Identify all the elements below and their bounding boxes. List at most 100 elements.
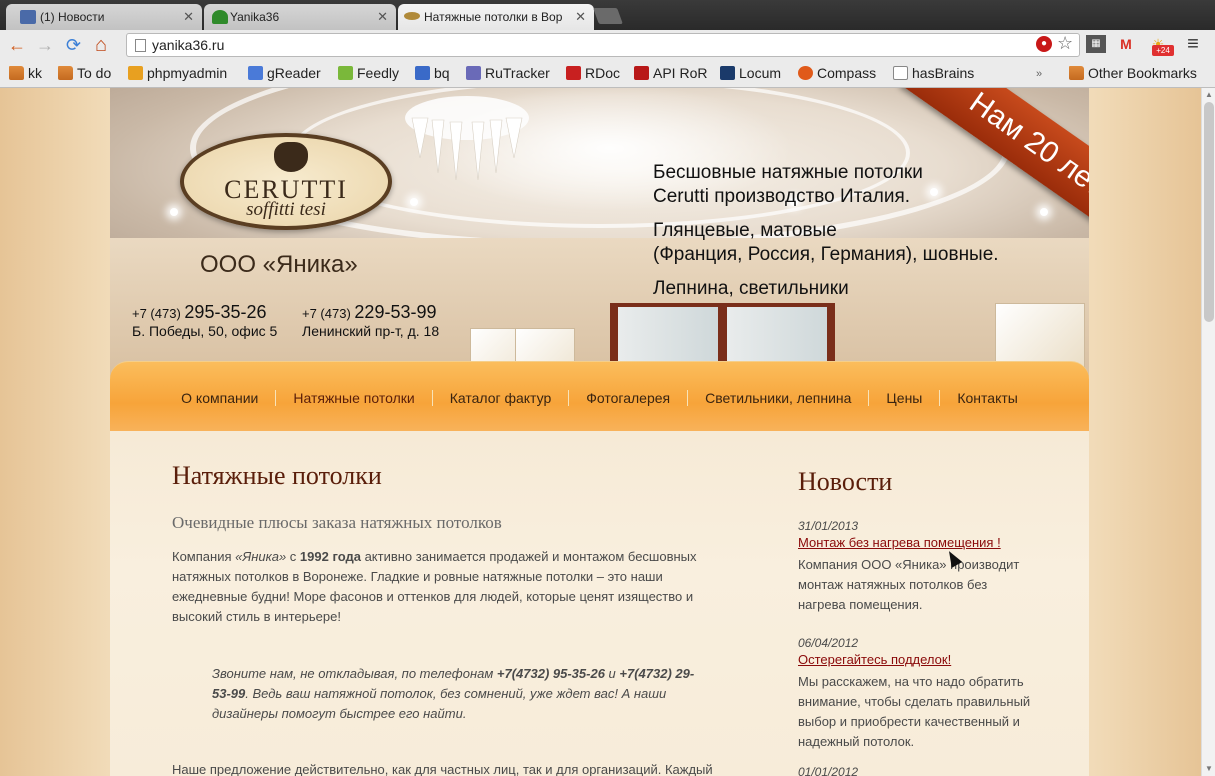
- news-text: Компания ООО «Яника» производит монтаж н…: [798, 557, 1020, 612]
- spotlight: [1040, 208, 1048, 216]
- url-text: yanika36.ru: [152, 37, 225, 53]
- bookmark-label: kk: [28, 65, 42, 81]
- phpmyadmin-icon: [128, 66, 143, 80]
- forward-icon[interactable]: →: [36, 35, 54, 55]
- news-date: 06/04/2012: [798, 636, 859, 650]
- scroll-up-icon[interactable]: ▲: [1205, 90, 1213, 99]
- tagline-line: Глянцевые, матовые: [653, 220, 837, 241]
- scroll-down-icon[interactable]: ▼: [1205, 764, 1213, 773]
- news-date: 01/01/2012: [798, 765, 859, 776]
- tab-yanika36[interactable]: Yanika36 ✕: [204, 4, 396, 30]
- text-run: +7(4732) 95-35-26: [496, 666, 605, 681]
- bookmark-todo[interactable]: To do: [56, 65, 111, 81]
- tab-news[interactable]: (1) Новости ✕: [6, 4, 202, 30]
- bookmark-label: Feedly: [357, 65, 400, 81]
- tab-label: Натяжные потолки в Вор: [424, 10, 563, 24]
- close-icon[interactable]: ✕: [183, 9, 194, 25]
- close-icon[interactable]: ✕: [377, 9, 388, 25]
- bookmark-greader[interactable]: gReader: [246, 65, 321, 81]
- bookmark-rutracker[interactable]: RuTracker: [464, 65, 550, 81]
- page-scrollbar[interactable]: ▲ ▼: [1201, 88, 1215, 776]
- tab-strip: (1) Новости ✕ Yanika36 ✕ Натяжные потолк…: [0, 0, 1215, 30]
- page-viewport: CERUTTI soffitti tesi ООО «Яника» +7 (47…: [0, 88, 1201, 776]
- cerutti-logo[interactable]: CERUTTI soffitti tesi: [180, 133, 392, 230]
- text-run: . Ведь ваш натяжной потолок, без сомнени…: [212, 686, 667, 721]
- bookmark-label: Compass: [817, 65, 877, 81]
- site-header: CERUTTI soffitti tesi ООО «Яника» +7 (47…: [110, 88, 1089, 378]
- scrollbar-thumb[interactable]: [1204, 102, 1214, 322]
- phone-1: +7 (473) 295-35-26: [132, 302, 267, 323]
- adblock-icon[interactable]: ●: [1036, 36, 1052, 52]
- screenshot-extension-icon[interactable]: ▦: [1086, 35, 1106, 53]
- phone-number: 295-35-26: [184, 302, 267, 322]
- crest-icon: [274, 142, 308, 172]
- google-icon: [248, 66, 263, 80]
- nav-item-contacts[interactable]: Контакты: [939, 390, 1034, 406]
- nav-item-ceilings[interactable]: Натяжные потолки: [275, 390, 431, 406]
- lamp-icon: [404, 12, 420, 20]
- bookmark-feedly[interactable]: Feedly: [336, 65, 399, 81]
- bookmark-hasbrains[interactable]: hasBrains: [891, 65, 974, 81]
- offer-paragraph: Наше предложение действительно, как для …: [172, 762, 713, 776]
- call-to-action-quote: Звоните нам, не откладывая, по телефонам…: [212, 664, 712, 724]
- address-bar[interactable]: yanika36.ru: [126, 33, 1080, 57]
- news-link[interactable]: Монтаж без нагрева помещения !: [798, 535, 1001, 550]
- bookmark-bq[interactable]: bq: [413, 65, 450, 81]
- tagline-line: Лепнина, светильники: [653, 278, 849, 299]
- content-area: Натяжные потолки Очевидные плюсы заказа …: [110, 431, 1089, 776]
- weather-badge: +24: [1152, 45, 1174, 56]
- page-icon: [135, 39, 146, 52]
- bookmark-phpmyadmin[interactable]: phpmyadmin: [126, 65, 227, 81]
- bookmark-label: gReader: [267, 65, 321, 81]
- folder-icon: [58, 66, 73, 80]
- bookmarks-overflow-chevron[interactable]: »: [1036, 68, 1042, 80]
- bookmark-label: phpmyadmin: [147, 65, 228, 81]
- phone-code: +7 (473): [302, 306, 351, 321]
- reload-icon[interactable]: ⟳: [66, 35, 81, 55]
- address-2: Ленинский пр-т, д. 18: [302, 323, 440, 339]
- bookmark-kk[interactable]: kk: [7, 65, 42, 81]
- gmail-icon[interactable]: M: [1116, 35, 1136, 53]
- nav-item-gallery[interactable]: Фотогалерея: [568, 390, 687, 406]
- nav-item-about[interactable]: О компании: [164, 390, 275, 406]
- nav-item-prices[interactable]: Цены: [868, 390, 939, 406]
- text-run: с: [286, 549, 300, 564]
- spotlight: [410, 198, 418, 206]
- bookmarks-bar: kk To do phpmyadmin gReader Feedly bq Ru…: [0, 60, 1215, 88]
- tagline-line: Бесшовные натяжные потолки: [653, 162, 923, 183]
- home-icon[interactable]: ⌂: [95, 35, 107, 55]
- page-icon: [893, 66, 908, 80]
- compass-icon: [798, 66, 813, 80]
- chandelier-image: [405, 96, 529, 181]
- bookmark-label: Other Bookmarks: [1088, 65, 1197, 81]
- other-bookmarks[interactable]: Other Bookmarks: [1067, 65, 1197, 81]
- bookmark-label: RuTracker: [485, 65, 550, 81]
- bookmark-star-icon[interactable]: ☆: [1057, 33, 1073, 54]
- bookmark-label: bq: [434, 65, 450, 81]
- new-tab-button[interactable]: [593, 8, 623, 24]
- rdoc-icon: [566, 66, 581, 80]
- tab-label: Yanika36: [230, 10, 280, 24]
- phone-2: +7 (473) 229-53-99: [302, 302, 437, 323]
- text-run: Компания: [172, 549, 236, 564]
- news-link[interactable]: Остерегайтесь подделок!: [798, 652, 951, 667]
- text-run: Звоните нам, не откладывая, по телефонам: [212, 666, 497, 681]
- tab-active[interactable]: Натяжные потолки в Вор ✕: [398, 4, 594, 30]
- address-1: Б. Победы, 50, офис 5: [132, 323, 278, 339]
- back-icon[interactable]: ←: [8, 35, 26, 55]
- logo-subtitle: soffitti tesi: [246, 199, 326, 220]
- nav-item-catalog[interactable]: Каталог фактур: [431, 390, 569, 406]
- bookmark-api-ror[interactable]: API RoR: [632, 65, 707, 81]
- tab-label: (1) Новости: [40, 10, 105, 24]
- feedly-icon: [338, 66, 353, 80]
- bookmark-label: Locum: [739, 65, 782, 81]
- nav-item-lights[interactable]: Светильники, лепнина: [687, 390, 868, 406]
- bookmark-locum[interactable]: Locum: [718, 65, 781, 81]
- intro-paragraph: Компания «Яника» с 1992 года активно зан…: [172, 547, 712, 627]
- ror-icon: [634, 66, 649, 80]
- bookmark-compass[interactable]: Compass: [796, 65, 876, 81]
- bookmark-rdoc[interactable]: RDoc: [564, 65, 620, 81]
- close-icon[interactable]: ✕: [575, 9, 586, 25]
- text-run: 1992 года: [299, 549, 361, 564]
- menu-icon[interactable]: ≡: [1183, 34, 1203, 54]
